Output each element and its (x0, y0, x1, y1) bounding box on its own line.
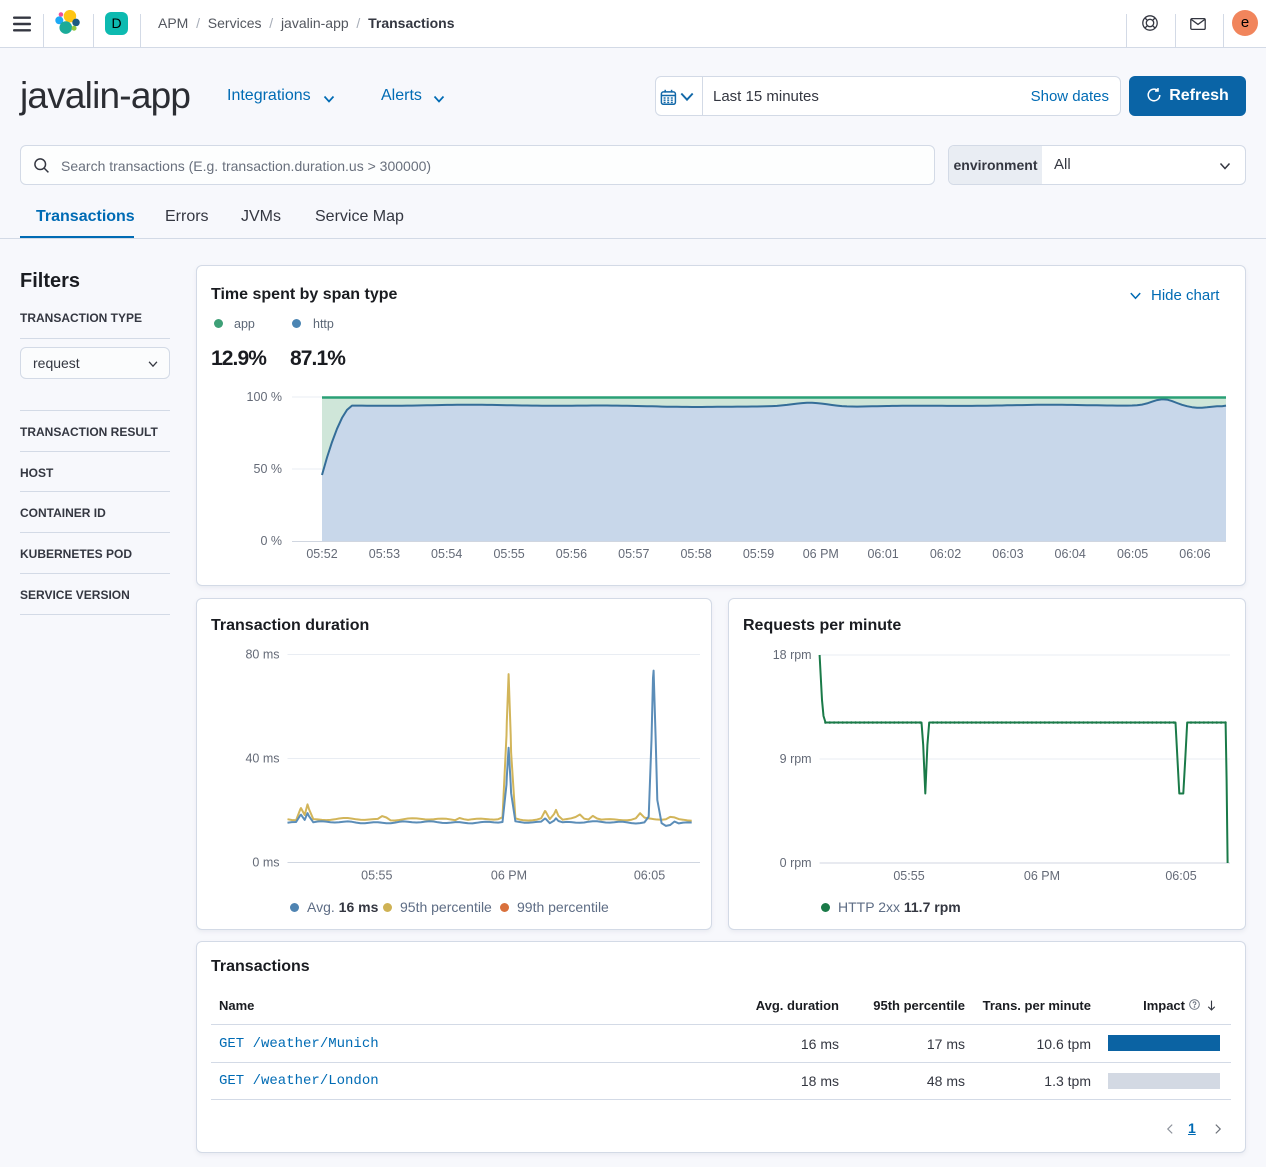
svg-text:0 ms: 0 ms (252, 856, 279, 870)
svg-text:100 %: 100 % (247, 390, 282, 404)
svg-text:05:57: 05:57 (618, 547, 649, 561)
svg-text:05:56: 05:56 (556, 547, 587, 561)
svg-text:05:54: 05:54 (431, 547, 462, 561)
svg-text:05:58: 05:58 (680, 547, 711, 561)
svg-text:06:06: 06:06 (1179, 547, 1210, 561)
svg-text:06:02: 06:02 (930, 547, 961, 561)
svg-text:50 %: 50 % (254, 462, 283, 476)
svg-text:40 ms: 40 ms (245, 752, 279, 766)
svg-text:06:05: 06:05 (1117, 547, 1148, 561)
svg-text:0 %: 0 % (260, 534, 282, 548)
svg-text:18 rpm: 18 rpm (773, 648, 812, 662)
svg-text:05:55: 05:55 (493, 547, 524, 561)
svg-text:06:01: 06:01 (867, 547, 898, 561)
svg-text:05:55: 05:55 (893, 869, 924, 883)
svg-text:06:03: 06:03 (992, 547, 1023, 561)
svg-text:05:59: 05:59 (743, 547, 774, 561)
svg-text:05:53: 05:53 (369, 547, 400, 561)
svg-text:06:05: 06:05 (634, 869, 665, 883)
svg-text:05:52: 05:52 (306, 547, 337, 561)
svg-text:9 rpm: 9 rpm (780, 752, 812, 766)
svg-text:06 PM: 06 PM (803, 547, 839, 561)
svg-text:06 PM: 06 PM (1024, 869, 1060, 883)
svg-text:05:55: 05:55 (361, 869, 392, 883)
svg-text:0 rpm: 0 rpm (780, 856, 812, 870)
svg-text:06:05: 06:05 (1165, 869, 1196, 883)
svg-text:06:04: 06:04 (1055, 547, 1086, 561)
svg-text:06 PM: 06 PM (491, 869, 527, 883)
svg-text:80 ms: 80 ms (245, 648, 279, 662)
